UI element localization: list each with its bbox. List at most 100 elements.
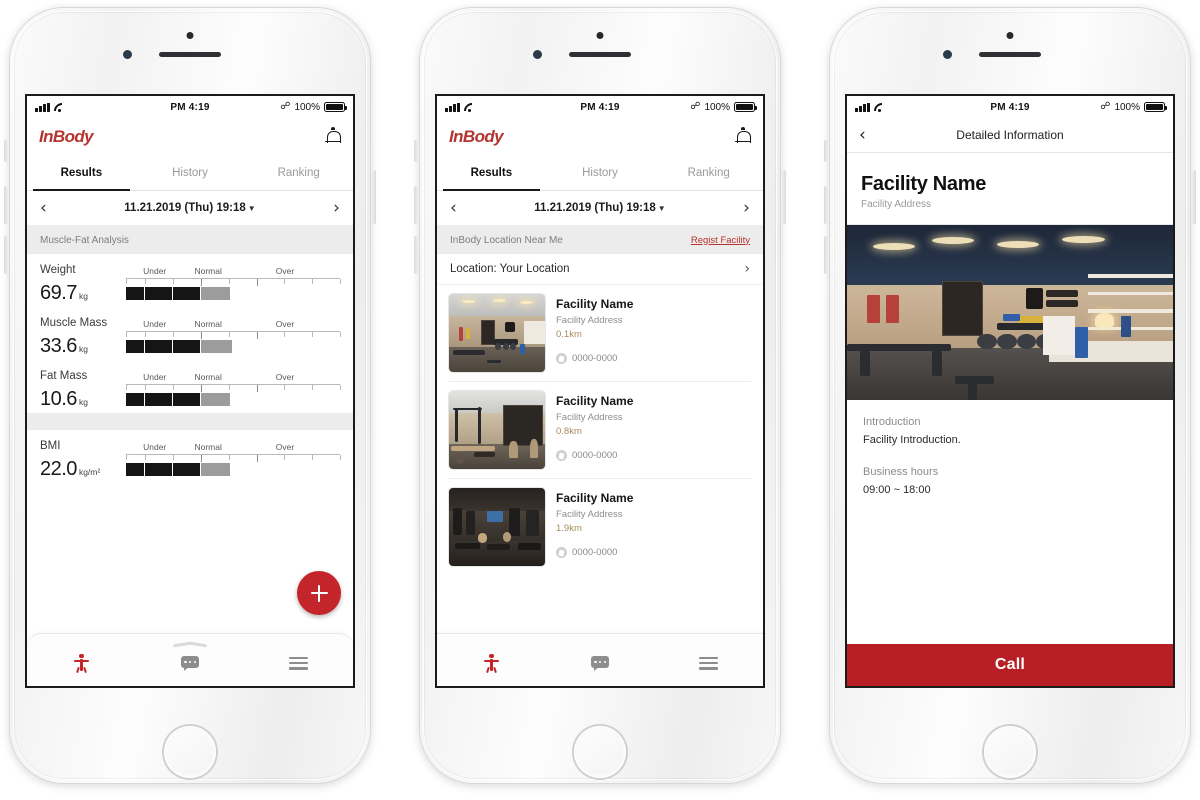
inbody-logo: InBody bbox=[39, 127, 94, 146]
prev-date-button[interactable]: ‹ bbox=[40, 199, 47, 217]
status-time: PM 4:19 bbox=[990, 101, 1030, 113]
screen-detailed-information: PM 4:19 ☍ 100% ‹ Detailed Information Fa… bbox=[847, 96, 1173, 686]
tab-bar-chat[interactable] bbox=[136, 631, 245, 686]
front-camera bbox=[186, 32, 194, 39]
main-tabs: Results History Ranking bbox=[437, 156, 763, 191]
tab-bar-menu[interactable] bbox=[244, 631, 353, 686]
facility-phone-number: 0000-0000 bbox=[572, 353, 618, 364]
proximity-sensor bbox=[123, 50, 132, 59]
status-time: PM 4:19 bbox=[170, 101, 210, 113]
facility-hero-image bbox=[847, 225, 1173, 400]
tab-bar-chat[interactable] bbox=[546, 631, 655, 686]
volume-down-button[interactable] bbox=[414, 236, 418, 274]
wifi-icon bbox=[464, 103, 476, 112]
metric-unit: kg bbox=[78, 397, 88, 407]
range-bar bbox=[126, 393, 340, 406]
metric-label: BMI bbox=[40, 440, 61, 452]
mute-switch[interactable] bbox=[824, 140, 828, 162]
range-axis bbox=[126, 278, 341, 286]
facility-phone[interactable]: 0000-0000 bbox=[556, 353, 751, 364]
prev-date-button[interactable]: ‹ bbox=[450, 199, 457, 217]
three-phone-mockup: PM 4:19 ☍ 100% InBody Results History Ra… bbox=[0, 0, 1200, 800]
phone-icon bbox=[556, 547, 567, 558]
volume-down-button[interactable] bbox=[824, 236, 828, 274]
selected-date[interactable]: 11.21.2019 (Thu) 19:18 ▼ bbox=[534, 202, 665, 214]
facility-phone-number: 0000-0000 bbox=[572, 450, 618, 461]
facility-address: Facility Address bbox=[556, 412, 623, 423]
drag-handle[interactable] bbox=[173, 641, 207, 648]
facility-list-item[interactable]: Facility Name Facility Address 0.8km 000… bbox=[437, 382, 763, 469]
facility-list-item[interactable]: Facility Name Facility Address 1.9km 000… bbox=[437, 479, 763, 566]
section-header-location: InBody Location Near Me Regist Facility bbox=[437, 226, 763, 254]
hamburger-menu-icon bbox=[289, 656, 309, 670]
next-date-button[interactable]: › bbox=[333, 199, 340, 217]
wifi-icon bbox=[874, 103, 886, 112]
phone-icon bbox=[556, 450, 567, 461]
notification-bell-icon[interactable] bbox=[325, 127, 341, 146]
proximity-sensor bbox=[533, 50, 542, 59]
date-selector-bar: ‹ 11.21.2019 (Thu) 19:18 ▼ › bbox=[437, 191, 763, 226]
location-row[interactable]: Location: Your Location › bbox=[437, 254, 763, 285]
tab-history[interactable]: History bbox=[136, 156, 245, 190]
volume-down-button[interactable] bbox=[4, 236, 8, 274]
range-label-under: Under bbox=[143, 442, 167, 452]
cellular-signal-icon bbox=[855, 102, 870, 112]
tab-bar-menu[interactable] bbox=[654, 631, 763, 686]
range-bar bbox=[126, 463, 340, 476]
earpiece-speaker bbox=[569, 52, 631, 57]
selected-date[interactable]: 11.21.2019 (Thu) 19:18 ▼ bbox=[124, 202, 255, 214]
bluetooth-icon: ☍ bbox=[690, 101, 701, 112]
range-label-over: Over bbox=[275, 372, 295, 382]
screen-results: PM 4:19 ☍ 100% InBody Results History Ra… bbox=[27, 96, 353, 686]
mute-switch[interactable] bbox=[414, 140, 418, 162]
volume-up-button[interactable] bbox=[824, 186, 828, 224]
power-button[interactable] bbox=[372, 170, 376, 224]
facility-address: Facility Address bbox=[556, 509, 623, 520]
phone-results-screen: PM 4:19 ☍ 100% InBody Results History Ra… bbox=[0, 0, 380, 800]
add-measurement-fab[interactable] bbox=[297, 571, 341, 615]
facility-thumbnail bbox=[449, 294, 545, 372]
cellular-signal-icon bbox=[445, 102, 460, 112]
chevron-right-icon: › bbox=[744, 261, 750, 277]
facility-list-item[interactable]: Facility Name Facility Address 0.1km 000… bbox=[437, 285, 763, 372]
status-time: PM 4:19 bbox=[580, 101, 620, 113]
home-button[interactable] bbox=[574, 726, 626, 778]
notification-bell-icon[interactable] bbox=[735, 127, 751, 146]
navigation-bar: ‹ Detailed Information bbox=[847, 118, 1173, 153]
mute-switch[interactable] bbox=[4, 140, 8, 162]
facility-phone[interactable]: 0000-0000 bbox=[556, 450, 751, 461]
proximity-sensor bbox=[943, 50, 952, 59]
range-axis bbox=[126, 454, 341, 462]
tab-bar-body[interactable] bbox=[27, 631, 136, 686]
volume-up-button[interactable] bbox=[4, 186, 8, 224]
facility-thumbnail bbox=[449, 488, 545, 566]
hamburger-menu-icon bbox=[699, 656, 719, 670]
volume-up-button[interactable] bbox=[414, 186, 418, 224]
home-button[interactable] bbox=[984, 726, 1036, 778]
regist-facility-link[interactable]: Regist Facility bbox=[691, 235, 750, 246]
tab-ranking[interactable]: Ranking bbox=[654, 156, 763, 190]
metric-row-weight: Weight 69.7 kg Under Normal Over bbox=[27, 254, 353, 307]
range-label-over: Over bbox=[275, 442, 295, 452]
next-date-button[interactable]: › bbox=[743, 199, 750, 217]
tab-history[interactable]: History bbox=[546, 156, 655, 190]
bluetooth-icon: ☍ bbox=[1100, 101, 1111, 112]
facility-phone[interactable]: 0000-0000 bbox=[556, 547, 751, 558]
main-tabs: Results History Ranking bbox=[27, 156, 353, 191]
power-button[interactable] bbox=[1192, 170, 1196, 224]
tab-results[interactable]: Results bbox=[437, 156, 546, 191]
power-button[interactable] bbox=[782, 170, 786, 224]
back-button[interactable]: ‹ bbox=[859, 126, 866, 144]
battery-percent: 100% bbox=[294, 101, 321, 113]
tab-results[interactable]: Results bbox=[27, 156, 136, 191]
screen-facility-list: PM 4:19 ☍ 100% InBody Results History Ra… bbox=[437, 96, 763, 686]
call-button[interactable]: Call bbox=[847, 644, 1173, 686]
tab-bar-body[interactable] bbox=[437, 631, 546, 686]
home-button[interactable] bbox=[164, 726, 216, 778]
tab-ranking[interactable]: Ranking bbox=[244, 156, 353, 190]
introduction-label: Introduction bbox=[863, 416, 921, 428]
facility-address: Facility Address bbox=[556, 315, 623, 326]
front-camera bbox=[596, 32, 604, 39]
bluetooth-icon: ☍ bbox=[280, 101, 291, 112]
earpiece-speaker bbox=[159, 52, 221, 57]
